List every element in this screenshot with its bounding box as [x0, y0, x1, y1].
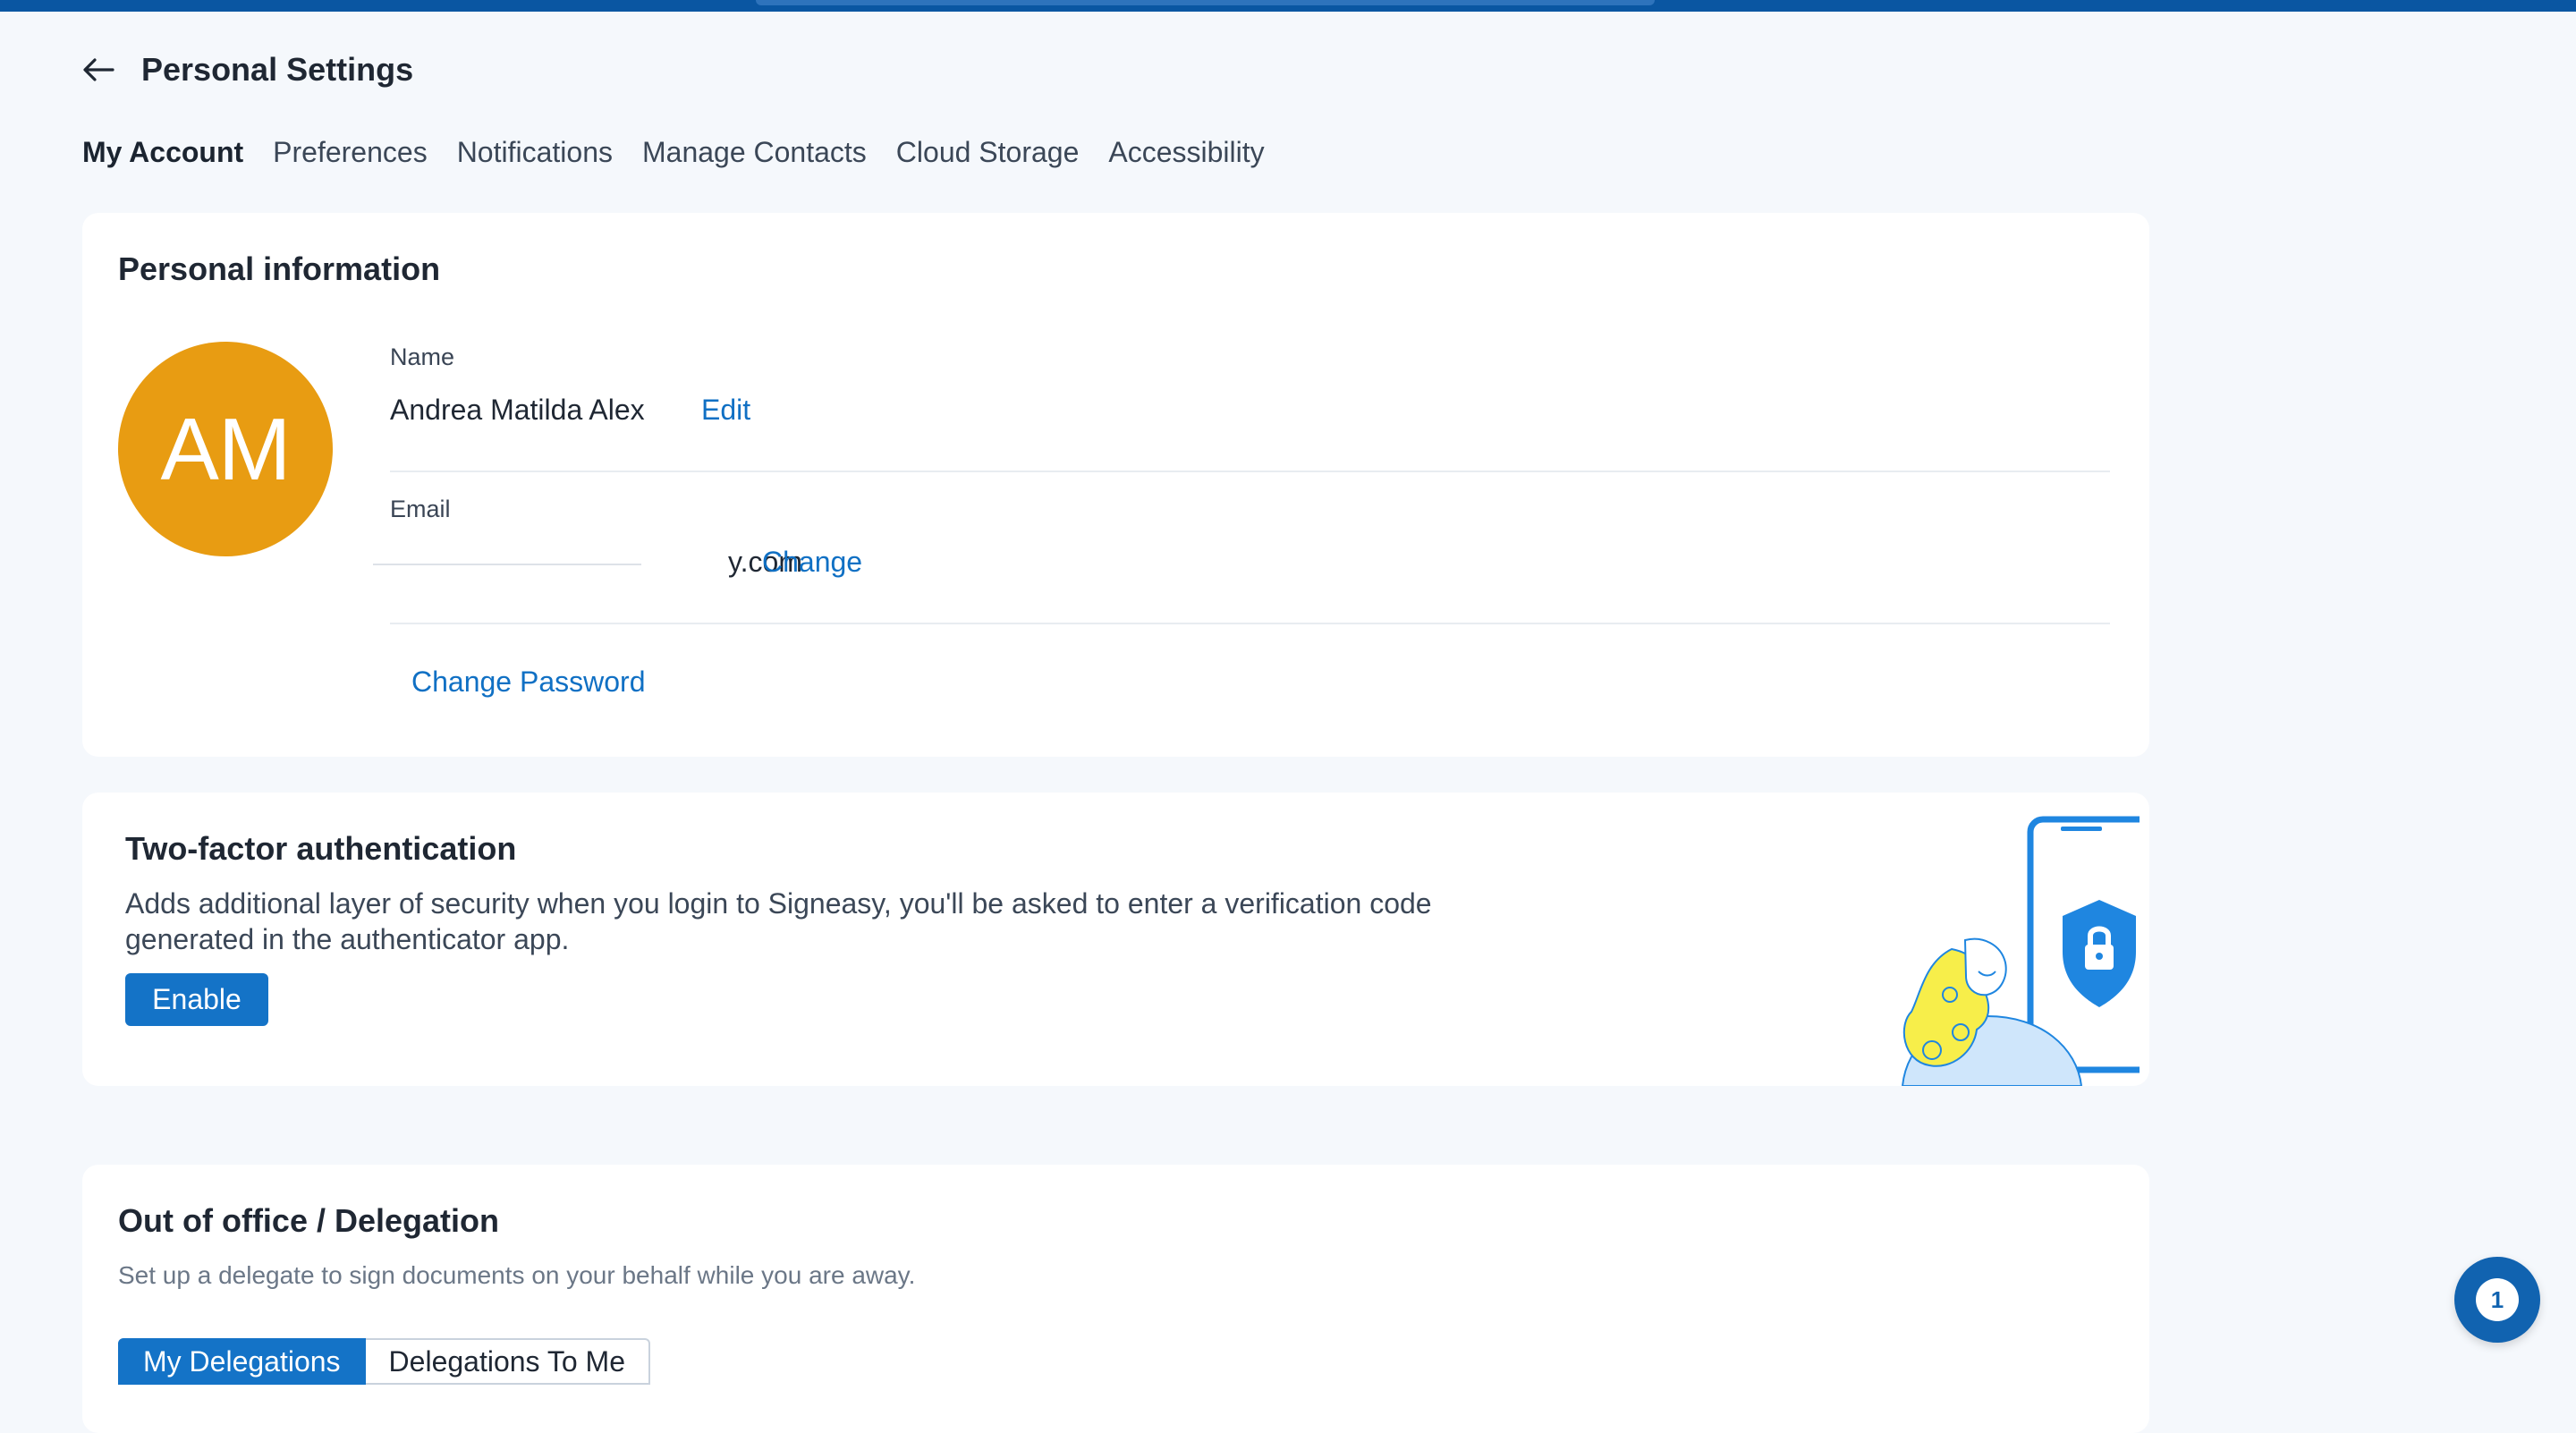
email-redaction	[373, 546, 641, 565]
security-illustration	[1901, 816, 2140, 1086]
top-bar	[0, 0, 2576, 12]
page-title: Personal Settings	[141, 51, 414, 88]
back-arrow-icon[interactable]	[82, 57, 114, 82]
tab-accessibility[interactable]: Accessibility	[1108, 136, 1264, 169]
email-label: Email	[390, 496, 451, 522]
two-factor-description-line1: Adds additional layer of security when y…	[125, 887, 1432, 920]
tab-my-account[interactable]: My Account	[82, 136, 243, 169]
two-factor-description-line2: generated in the authenticator app.	[125, 923, 570, 955]
two-factor-card: Two-factor authentication Adds additiona…	[82, 793, 2149, 1086]
tab-notifications[interactable]: Notifications	[457, 136, 613, 169]
settings-tabs: My Account Preferences Notifications Man…	[82, 136, 1265, 169]
divider	[390, 623, 2110, 624]
tab-delegations-to-me[interactable]: Delegations To Me	[365, 1338, 650, 1385]
change-email-link[interactable]: Change	[762, 546, 862, 579]
page-header: Personal Settings	[82, 50, 413, 89]
out-of-office-subtitle: Set up a delegate to sign documents on y…	[118, 1261, 916, 1289]
divider	[390, 471, 2110, 472]
enable-2fa-button[interactable]: Enable	[125, 973, 268, 1026]
edit-name-link[interactable]: Edit	[701, 394, 750, 427]
change-password-link[interactable]: Change Password	[411, 666, 645, 699]
name-value: Andrea Matilda Alex	[390, 394, 645, 426]
avatar: AM	[118, 342, 333, 556]
personal-info-card: Personal information AM Name Andrea Mati…	[82, 213, 2149, 757]
notification-badge[interactable]: 1	[2454, 1257, 2540, 1343]
delegation-segmented-control: My Delegations Delegations To Me	[118, 1338, 650, 1385]
notification-count: 1	[2476, 1278, 2519, 1321]
tab-my-delegations[interactable]: My Delegations	[118, 1338, 366, 1385]
two-factor-title: Two-factor authentication	[125, 830, 517, 867]
out-of-office-card: Out of office / Delegation Set up a dele…	[82, 1165, 2149, 1433]
tab-manage-contacts[interactable]: Manage Contacts	[642, 136, 867, 169]
personal-info-title: Personal information	[118, 250, 441, 287]
tab-preferences[interactable]: Preferences	[273, 136, 428, 169]
tab-cloud-storage[interactable]: Cloud Storage	[896, 136, 1080, 169]
out-of-office-title: Out of office / Delegation	[118, 1202, 500, 1239]
top-bar-notch	[756, 0, 1655, 5]
two-factor-description: Adds additional layer of security when y…	[125, 886, 1432, 957]
name-label: Name	[390, 343, 455, 370]
